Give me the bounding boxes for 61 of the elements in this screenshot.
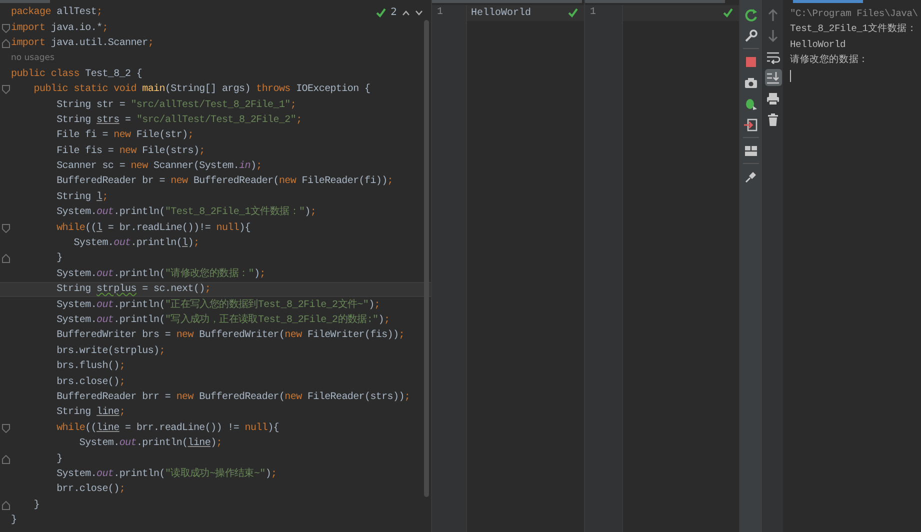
code-line: brs.write(strplus);	[56, 344, 165, 359]
fold-icon[interactable]	[2, 85, 10, 94]
console-output: Test_8_2File_1文件数据：	[790, 22, 918, 36]
code-line: System.out.println("正在写入您的数据到Test_8_2File_2文件~");	[56, 298, 380, 313]
code-line: System.out.println("写入成功，正在读取Test_8_2File_2的数据:");	[56, 313, 390, 328]
console-output: HelloWorld	[790, 38, 847, 52]
inspection-count[interactable]: 2	[390, 7, 397, 19]
line-number: 1	[436, 6, 444, 20]
file-line: HelloWorld	[471, 6, 532, 20]
code-line: System.out.println("读取成功~操作结束~");	[56, 466, 277, 482]
code-line: public class Test_8_2 {	[11, 68, 142, 82]
line-number: 1	[589, 6, 598, 20]
code-line: String str = "src/allTest/Test_8_2File_1";	[56, 98, 296, 113]
scrollbar-thumb[interactable]	[424, 20, 429, 497]
fold-icon[interactable]	[2, 500, 10, 510]
code-line: System.out.println(l);	[72, 236, 200, 252]
chevron-down-icon[interactable]	[415, 10, 423, 16]
code-line: String strs = "src/allTest/Test_8_2File_2";	[56, 114, 302, 128]
pin-icon[interactable]	[744, 170, 758, 184]
code-line: brr.close();	[56, 482, 126, 498]
code-line: package allTest;	[11, 6, 102, 20]
stop-icon[interactable]	[744, 54, 758, 68]
fold-icon[interactable]	[2, 454, 10, 464]
code-line: }	[56, 252, 62, 266]
text-cursor	[790, 70, 791, 82]
code-line: import java.io.*;	[11, 22, 108, 36]
code-line: Scanner sc = new Scanner(System.in);	[56, 160, 262, 174]
code-line: System.out.println(line);	[78, 436, 222, 452]
code-line: BufferedReader br = new BufferedReader(new FileReader(fi));	[56, 174, 393, 190]
chevron-up-icon[interactable]	[402, 10, 410, 16]
code-line: }	[56, 452, 62, 467]
layout-icon[interactable]	[744, 144, 758, 158]
code-line: import java.util.Scanner;	[11, 36, 154, 51]
check-icon	[568, 8, 578, 18]
code-line: }	[11, 514, 17, 528]
check-icon[interactable]	[376, 8, 386, 18]
code-line: while((line = brr.readLine()) != null){	[56, 422, 279, 436]
code-line: while((l = br.readLine())!= null){	[56, 222, 250, 236]
code-line: File fi = new File(str);	[56, 128, 194, 144]
code-line: brs.flush();	[56, 360, 126, 374]
fold-icon[interactable]	[2, 424, 10, 433]
code-line: BufferedReader brr = new BufferedReader(new FileReader(strs));	[56, 390, 410, 405]
check-icon	[723, 8, 733, 18]
exit-icon[interactable]	[744, 118, 758, 132]
rerun-icon[interactable]	[744, 8, 758, 22]
code-line: }	[32, 498, 40, 513]
fold-icon[interactable]	[2, 254, 10, 264]
console-command: "C:\Program Files\Java\	[790, 7, 919, 21]
console-output: 请修改您的数据：	[790, 53, 870, 68]
code-line: String line;	[56, 406, 126, 420]
code-line: brs.close();	[56, 376, 126, 390]
fold-icon[interactable]	[2, 224, 10, 233]
code-line: String strplus = sc.next();	[56, 282, 211, 298]
code-line: String l;	[56, 190, 108, 205]
camera-icon[interactable]	[744, 76, 758, 90]
code-line: public static void main(String[] args) throws IOException {	[32, 82, 370, 98]
code-line: System.out.println("Test_8_2File_1文件数据：");	[56, 205, 316, 220]
code-line: BufferedWriter brs = new BufferedWriter(new FileWriter(fis));	[56, 328, 404, 344]
code-line: System.out.println("请修改您的数据：");	[56, 266, 266, 282]
code-line: File fis = new File(strs);	[56, 144, 205, 159]
usage-hint: no usages	[11, 52, 54, 66]
